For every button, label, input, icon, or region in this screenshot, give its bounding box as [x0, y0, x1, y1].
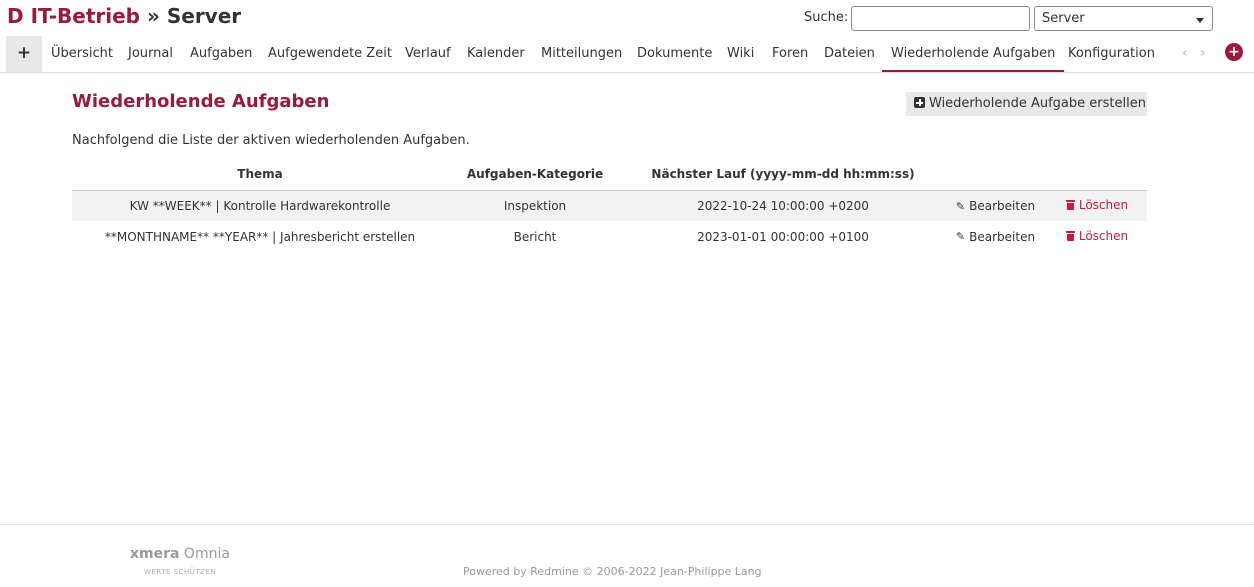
- column-header-naechster-lauf: Nächster Lauf (yyyy-mm-dd hh:mm:ss): [622, 159, 944, 191]
- row-edit-cell: ✎ Bearbeiten: [944, 221, 1047, 252]
- recurring-tasks-table: Thema Aufgaben-Kategorie Nächster Lauf (…: [72, 159, 1147, 252]
- tab-foren[interactable]: Foren: [772, 36, 808, 72]
- tab-konfiguration[interactable]: Konfiguration: [1068, 36, 1155, 72]
- delete-label: Löschen: [1078, 229, 1129, 243]
- page-title: Wiederholende Aufgaben: [72, 91, 330, 112]
- row-category: Bericht: [513, 229, 557, 244]
- row-subject: **MONTHNAME** **YEAR** | Jahresbericht e…: [104, 229, 416, 244]
- column-header-edit: [944, 159, 1047, 191]
- new-recurring-task-button[interactable]: Wiederholende Aufgabe erstellen: [906, 92, 1147, 116]
- row-next-run: 2022-10-24 10:00:00 +0200: [622, 190, 944, 221]
- trash-icon: [1065, 231, 1075, 241]
- project-title: D IT-Betrieb » Server: [7, 4, 241, 28]
- tab-aufgaben[interactable]: Aufgaben: [190, 36, 252, 72]
- brand-logo: xmera Omnia: [130, 546, 230, 562]
- chevron-left-icon[interactable]: ‹: [1182, 45, 1188, 61]
- new-recurring-task-label: Wiederholende Aufgabe erstellen: [929, 96, 1146, 111]
- row-delete-cell: Löschen: [1047, 190, 1147, 221]
- top-header: D IT-Betrieb » Server Suche: Server: [0, 0, 1254, 36]
- tab-dokumente[interactable]: Dokumente: [637, 36, 712, 72]
- tab-uebersicht[interactable]: Übersicht: [51, 36, 113, 72]
- table-row: KW **WEEK** | Kontrolle Hardwarekontroll…: [72, 190, 1147, 221]
- chevron-right-icon[interactable]: ›: [1200, 45, 1206, 61]
- tab-verlauf[interactable]: Verlauf: [405, 36, 451, 72]
- tab-wiederholende-aufgaben[interactable]: Wiederholende Aufgaben: [882, 36, 1065, 72]
- column-header-delete: [1047, 159, 1147, 191]
- intro-text: Nachfolgend die Liste der aktiven wieder…: [72, 133, 470, 148]
- parent-project-link[interactable]: D IT-Betrieb: [7, 4, 140, 28]
- project-name: Server: [166, 4, 242, 28]
- edit-label: Bearbeiten: [969, 229, 1036, 244]
- tab-wiki[interactable]: Wiki: [727, 36, 754, 72]
- footer: xmera Omnia WERTE SCHÜTZEN Powered by Re…: [0, 524, 1254, 587]
- row-next-run: 2023-01-01 00:00:00 +0100: [697, 229, 869, 244]
- search-label: Suche:: [804, 10, 849, 25]
- pencil-icon: ✎: [955, 230, 966, 244]
- plus-square-icon: [914, 97, 925, 108]
- breadcrumb-separator: »: [146, 4, 160, 28]
- main-menu: + Übersicht Journal Aufgaben Aufgewendet…: [0, 36, 1254, 73]
- delete-link[interactable]: Löschen: [1065, 229, 1129, 243]
- pencil-icon: ✎: [955, 199, 966, 213]
- brand-name-rest: Omnia: [179, 546, 230, 562]
- new-object-button[interactable]: +: [6, 36, 42, 72]
- row-subject: KW **WEEK** | Kontrolle Hardwarekontroll…: [72, 190, 448, 221]
- row-category: Inspektion: [448, 190, 622, 221]
- brand-tagline: WERTE SCHÜTZEN: [144, 568, 217, 576]
- delete-label: Löschen: [1078, 198, 1129, 213]
- column-header-kategorie: Aufgaben-Kategorie: [448, 159, 622, 191]
- row-delete-cell: Löschen: [1047, 221, 1147, 252]
- new-item-plus-icon[interactable]: +: [1225, 43, 1243, 61]
- tab-mitteilungen[interactable]: Mitteilungen: [541, 36, 622, 72]
- edit-label: Bearbeiten: [969, 199, 1036, 213]
- column-header-thema: Thema: [72, 159, 448, 191]
- project-jump-select[interactable]: Server: [1034, 6, 1213, 31]
- trash-icon: [1065, 200, 1075, 211]
- tab-journal[interactable]: Journal: [128, 36, 173, 72]
- row-edit-cell: ✎ Bearbeiten: [944, 190, 1047, 221]
- edit-link[interactable]: ✎ Bearbeiten: [956, 199, 1035, 213]
- delete-link[interactable]: Löschen: [1065, 198, 1129, 213]
- tab-kalender[interactable]: Kalender: [467, 36, 525, 72]
- powered-by-text: Powered by Redmine © 2006-2022 Jean-Phil…: [463, 565, 762, 578]
- tab-aufgewendete-zeit[interactable]: Aufgewendete Zeit: [268, 36, 392, 72]
- edit-link[interactable]: ✎ Bearbeiten: [956, 230, 1035, 244]
- table-header-row: Thema Aufgaben-Kategorie Nächster Lauf (…: [72, 159, 1147, 191]
- project-select-value: Server: [1042, 11, 1085, 26]
- brand-name-bold: xmera: [130, 546, 180, 562]
- table-row: **MONTHNAME** **YEAR** | Jahresbericht e…: [72, 221, 1147, 252]
- search-input[interactable]: [851, 6, 1030, 31]
- chevron-down-icon: [1196, 18, 1204, 23]
- tab-dateien[interactable]: Dateien: [824, 36, 875, 72]
